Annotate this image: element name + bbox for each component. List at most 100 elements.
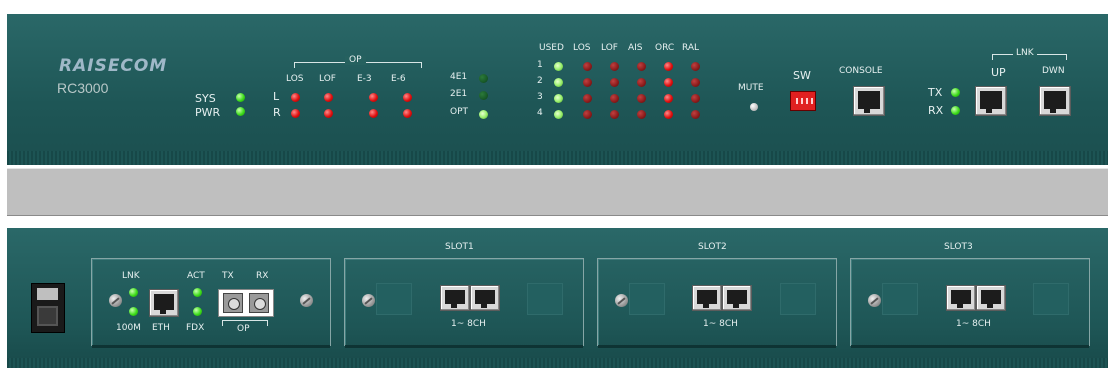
eth-label: ETH: [152, 323, 170, 333]
ch3-ais-led: [637, 94, 646, 103]
brand-logo: RAISECOM: [59, 56, 168, 76]
mode-opt-led: [479, 110, 488, 119]
fiber-connector: [218, 289, 274, 317]
ch1-ais-led: [637, 62, 646, 71]
ch2-used-led: [554, 78, 563, 87]
slot2-port-a[interactable]: [692, 285, 722, 311]
lnk-tx-led: [951, 88, 960, 97]
op-col-e6: E-6: [391, 74, 406, 84]
front-panel-top: RAISECOM RC3000 SYS PWR OP LOS LOF E-3 E…: [7, 14, 1108, 165]
ch4-used-led: [554, 110, 563, 119]
mute-label: MUTE: [738, 83, 764, 93]
op-r-lof-led: [324, 109, 333, 118]
lnk-down-port[interactable]: [1039, 86, 1071, 116]
slot3-title: SLOT3: [944, 242, 973, 252]
mode-4e1-label: 4E1: [450, 72, 468, 82]
ch3-used-led: [554, 94, 563, 103]
grid-col-orc: ORC: [655, 43, 675, 53]
console-port[interactable]: [853, 86, 885, 116]
op-tx-label: TX: [222, 271, 234, 281]
ch3-ral-led: [691, 94, 700, 103]
op-module-label: OP: [237, 324, 250, 334]
ch1-lof-led: [610, 62, 619, 71]
slot2-blank-right: [780, 283, 816, 315]
lnk-tx-label: TX: [928, 86, 943, 99]
slot1-port-a[interactable]: [440, 285, 470, 311]
slot1-port-b[interactable]: [470, 285, 500, 311]
slot3-port-b[interactable]: [976, 285, 1006, 311]
slot3-blank-right: [1033, 283, 1069, 315]
eth-port[interactable]: [149, 289, 179, 317]
slot1-blank-left: [376, 283, 412, 315]
op-l-e3-led: [369, 93, 378, 102]
model-name: RC3000: [57, 80, 109, 96]
console-label: CONSOLE: [839, 66, 883, 76]
eth-100m-led: [129, 307, 138, 316]
ch2-orc-led: [664, 78, 673, 87]
mode-opt-label: OPT: [450, 107, 469, 117]
grid-col-ais: AIS: [628, 43, 643, 53]
eth-fdx-led: [193, 307, 202, 316]
slot1-channels: 1~ 8CH: [451, 319, 486, 329]
ch1-orc-led: [664, 62, 673, 71]
pwr-label: PWR: [195, 106, 221, 119]
slot2-channels: 1~ 8CH: [703, 319, 738, 329]
op-l-los-led: [291, 93, 300, 102]
op-col-los: LOS: [286, 74, 304, 84]
ch2-lof-led: [610, 78, 619, 87]
ch4-ais-led: [637, 110, 646, 119]
lnk-up-port[interactable]: [975, 86, 1007, 116]
op-r-e6-led: [403, 109, 412, 118]
ch4-ral-led: [691, 110, 700, 119]
eth-100m-label: 100M: [116, 323, 141, 333]
pwr-led: [236, 107, 245, 116]
ch1-used-led: [554, 62, 563, 71]
rc3000-device: RAISECOM RC3000 SYS PWR OP LOS LOF E-3 E…: [0, 0, 1113, 376]
sys-led: [236, 93, 245, 102]
op-l-lof-led: [324, 93, 333, 102]
slot2-port-b[interactable]: [722, 285, 752, 311]
sw-label: SW: [793, 69, 811, 82]
ch1-los-led: [583, 62, 592, 71]
power-inlet[interactable]: [31, 283, 65, 333]
eth-act-label: ACT: [187, 271, 205, 281]
mute-button[interactable]: [750, 103, 758, 111]
grid-row-2: 2: [537, 76, 543, 86]
ch4-los-led: [583, 110, 592, 119]
ch1-ral-led: [691, 62, 700, 71]
lnk-down-label: DWN: [1042, 66, 1065, 76]
lnk-group-label: LNK: [1013, 49, 1037, 58]
slot1-title: SLOT1: [445, 242, 474, 252]
slot2-screw-icon: [615, 294, 628, 307]
grid-row-3: 3: [537, 92, 543, 102]
eth-act-led: [193, 288, 202, 297]
op-rx-label: RX: [256, 271, 269, 281]
op-r-e3-led: [369, 109, 378, 118]
slot1-blank-right: [527, 283, 563, 315]
mode-2e1-label: 2E1: [450, 89, 468, 99]
ch4-orc-led: [664, 110, 673, 119]
op-row-r: R: [273, 106, 281, 119]
op-module-bracket: [222, 320, 268, 326]
ch3-lof-led: [610, 94, 619, 103]
slot1-screw-icon: [362, 294, 375, 307]
dip-switch[interactable]: [790, 91, 816, 111]
mode-4e1-led: [479, 74, 488, 83]
grid-col-used: USED: [539, 43, 564, 53]
op-group-label: OP: [345, 56, 366, 65]
ch2-ral-led: [691, 78, 700, 87]
sys-label: SYS: [195, 92, 216, 105]
fiber-tx-port[interactable]: [223, 293, 243, 313]
ch3-los-led: [583, 94, 592, 103]
slot2-title: SLOT2: [698, 242, 727, 252]
slot2-blank-left: [629, 283, 665, 315]
op-col-lof: LOF: [319, 74, 336, 84]
lnk-rx-led: [951, 106, 960, 115]
slot3-port-a[interactable]: [946, 285, 976, 311]
grid-row-4: 4: [537, 108, 543, 118]
eth-module-screw-left-icon: [109, 294, 122, 307]
gray-separator-strip: [7, 168, 1108, 216]
fiber-rx-port[interactable]: [249, 293, 269, 313]
grid-col-ral: RAL: [682, 43, 700, 53]
slot3-screw-icon: [868, 294, 881, 307]
